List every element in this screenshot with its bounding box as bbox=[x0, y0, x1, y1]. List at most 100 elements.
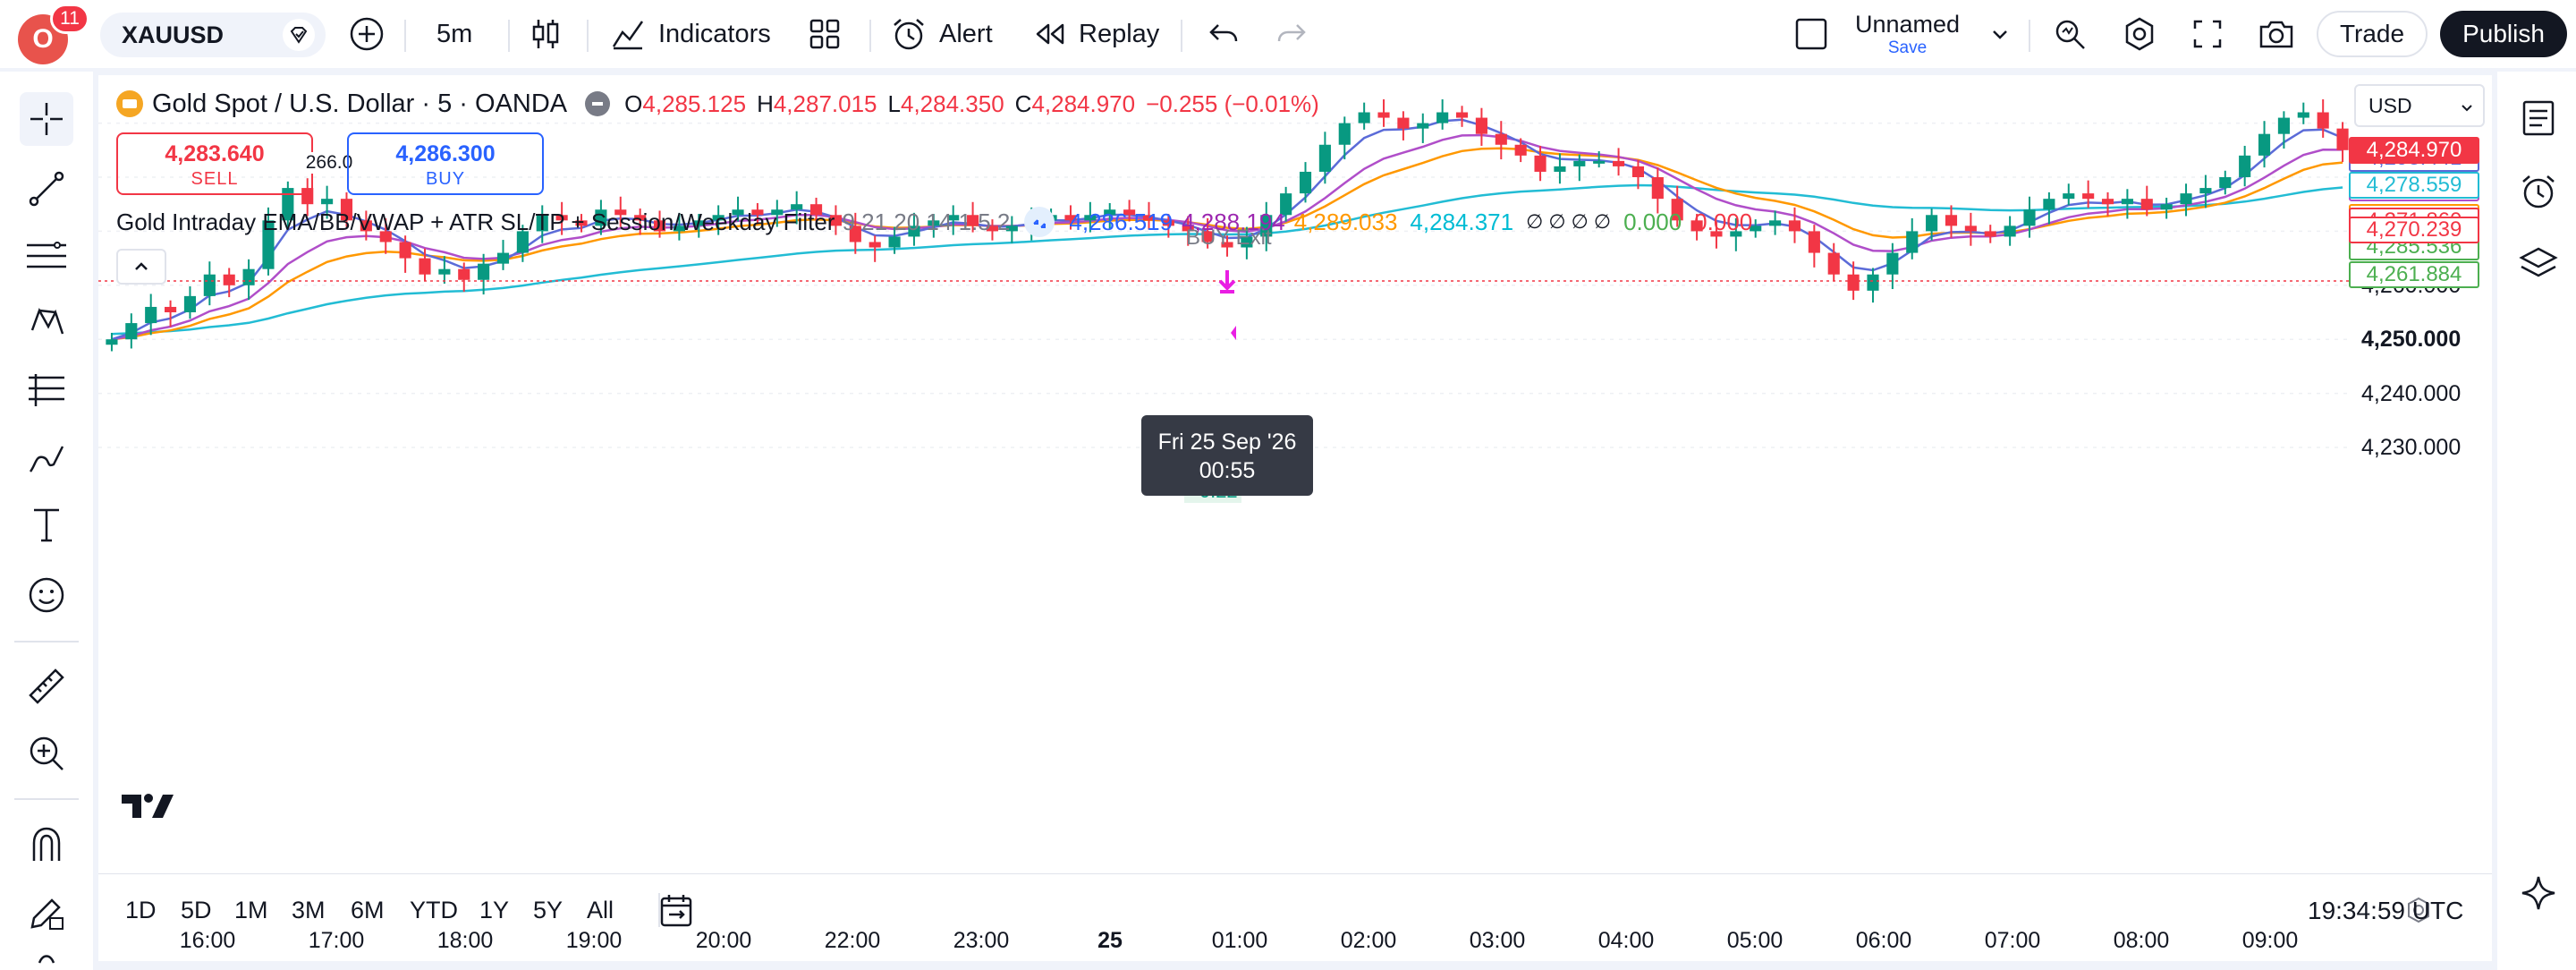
compare-symbol-button[interactable] bbox=[349, 0, 385, 68]
candle-body bbox=[1808, 231, 1820, 253]
range-button[interactable]: 3M bbox=[292, 897, 326, 924]
range-button[interactable]: YTD bbox=[410, 897, 458, 924]
quick-search-button[interactable] bbox=[2052, 0, 2088, 68]
crosshair-icon bbox=[30, 103, 63, 135]
symbol-search[interactable]: XAUUSD bbox=[100, 13, 326, 57]
trade-button[interactable]: Trade bbox=[2317, 11, 2428, 57]
market-status-icon[interactable] bbox=[585, 91, 611, 116]
interval-button[interactable]: 5m bbox=[436, 0, 472, 68]
eye-icon bbox=[38, 955, 55, 964]
gold-coin-icon bbox=[116, 90, 143, 117]
time-axis-label: 23:00 bbox=[953, 928, 1010, 953]
undo-button[interactable] bbox=[1208, 0, 1240, 68]
range-button[interactable]: 1M bbox=[234, 897, 268, 924]
templates-button[interactable] bbox=[809, 0, 841, 68]
ideas-button[interactable] bbox=[2513, 868, 2563, 918]
redo-button[interactable] bbox=[1275, 0, 1308, 68]
candle-body bbox=[2219, 177, 2232, 189]
trend-line-tool[interactable] bbox=[20, 162, 73, 216]
time-axis-label: 16:00 bbox=[179, 928, 236, 953]
buy-button[interactable]: 4,286.300 BUY bbox=[347, 132, 544, 195]
avatar-letter: O bbox=[32, 24, 54, 54]
collapse-legend-button[interactable] bbox=[116, 249, 166, 285]
time-axis-label: 09:00 bbox=[2241, 928, 2299, 953]
currency-select[interactable]: USD bbox=[2354, 84, 2485, 127]
candle-body bbox=[2004, 225, 2016, 237]
crosshair-tool[interactable] bbox=[20, 92, 73, 146]
ruler-tool[interactable] bbox=[20, 659, 73, 713]
candle-body bbox=[438, 268, 451, 275]
replay-button[interactable]: Replay bbox=[1034, 0, 1159, 68]
range-button[interactable]: 5D bbox=[181, 897, 212, 924]
time-axis-label: 20:00 bbox=[695, 928, 752, 953]
indicator-params: 9 21 20 14 1.5 2 bbox=[842, 208, 1011, 235]
add-symbol-icon[interactable] bbox=[283, 19, 315, 51]
chevron-up-icon bbox=[135, 262, 148, 270]
symbol-legend[interactable]: Gold Spot / U.S. Dollar · 5 · OANDA O 4,… bbox=[116, 86, 1319, 122]
candle-body bbox=[1417, 123, 1429, 129]
undo-icon bbox=[1209, 24, 1238, 42]
candle-body bbox=[2239, 155, 2251, 177]
emoji-tool[interactable] bbox=[20, 568, 73, 622]
indicators-label: Indicators bbox=[658, 19, 771, 48]
snapshot-button[interactable] bbox=[2258, 0, 2295, 68]
tooltip-date: Fri 25 Sep '26 bbox=[1157, 430, 1297, 455]
range-button[interactable]: 5Y bbox=[533, 897, 563, 924]
candle-body bbox=[1926, 215, 1938, 232]
pattern-tool[interactable] bbox=[20, 296, 73, 350]
range-button[interactable]: 1D bbox=[125, 897, 157, 924]
magnet-tool[interactable] bbox=[20, 818, 73, 872]
layout-menu[interactable]: Unnamed Save bbox=[1855, 0, 1960, 68]
crosshair-time-tooltip: Fri 25 Sep '26 00:55 bbox=[1141, 415, 1313, 496]
ohlc-low-label: L bbox=[887, 89, 901, 117]
more-tools[interactable] bbox=[20, 945, 73, 970]
range-button[interactable]: All bbox=[587, 897, 614, 924]
object-tree-button[interactable] bbox=[2513, 238, 2563, 288]
parallel-channel-tool[interactable] bbox=[20, 229, 73, 283]
range-button[interactable]: 6M bbox=[351, 897, 385, 924]
zoom-tool[interactable] bbox=[20, 727, 73, 780]
layout-checkbox[interactable] bbox=[1794, 0, 1828, 68]
buy-label: BUY bbox=[425, 169, 466, 189]
symbol-name: XAUUSD bbox=[122, 21, 225, 48]
brush-tool[interactable] bbox=[20, 430, 73, 484]
time-axis-label: 22:00 bbox=[824, 928, 881, 953]
chart-panel[interactable]: Gold Spot / U.S. Dollar · 5 · OANDA O 4,… bbox=[98, 75, 2492, 961]
candle-body bbox=[1475, 117, 1487, 134]
alert-button[interactable]: Alert bbox=[891, 0, 993, 68]
divider bbox=[869, 20, 871, 52]
candle-body bbox=[1847, 274, 1860, 291]
time-axis-label: 17:00 bbox=[308, 928, 365, 953]
ohlc-close: 4,284.970 bbox=[1031, 89, 1136, 117]
go-to-date-button[interactable] bbox=[657, 891, 696, 935]
indicator-legend[interactable]: Gold Intraday EMA/BB/VWAP + ATR SL/TP + … bbox=[116, 206, 1752, 238]
price-tag: 4,284.970 bbox=[2349, 136, 2479, 164]
settings-button[interactable] bbox=[2122, 0, 2157, 68]
ohlc-close-label: C bbox=[1014, 89, 1032, 117]
fib-tool[interactable] bbox=[20, 363, 73, 417]
trade-label: Trade bbox=[2339, 20, 2405, 47]
range-button[interactable]: 1Y bbox=[479, 897, 509, 924]
layout-dropdown[interactable] bbox=[1989, 0, 2011, 68]
chart-type-button[interactable] bbox=[530, 0, 562, 68]
alerts-panel-button[interactable] bbox=[2513, 166, 2563, 217]
layout-save-label[interactable]: Save bbox=[1888, 38, 1927, 58]
candle-body bbox=[496, 252, 510, 264]
pattern-icon bbox=[30, 307, 64, 335]
candle-body bbox=[1495, 133, 1507, 145]
candle-body bbox=[1554, 166, 1566, 172]
currency-label: USD bbox=[2368, 93, 2412, 117]
notification-badge: 11 bbox=[50, 4, 89, 34]
fullscreen-button[interactable] bbox=[2191, 0, 2224, 68]
text-icon bbox=[34, 508, 59, 542]
watchlist-button[interactable] bbox=[2513, 93, 2563, 143]
publish-button[interactable]: Publish bbox=[2440, 11, 2567, 57]
data-window-icon[interactable] bbox=[1024, 207, 1055, 237]
indicators-button[interactable]: Indicators bbox=[610, 0, 771, 68]
clock[interactable]: 19:34:59 UTC bbox=[2308, 897, 2463, 925]
publish-label: Publish bbox=[2462, 20, 2545, 47]
text-tool[interactable] bbox=[20, 498, 73, 551]
time-axis-label: 03:00 bbox=[1469, 928, 1526, 953]
time-axis-label: 04:00 bbox=[1597, 928, 1655, 953]
lock-drawing-tool[interactable] bbox=[20, 886, 73, 940]
